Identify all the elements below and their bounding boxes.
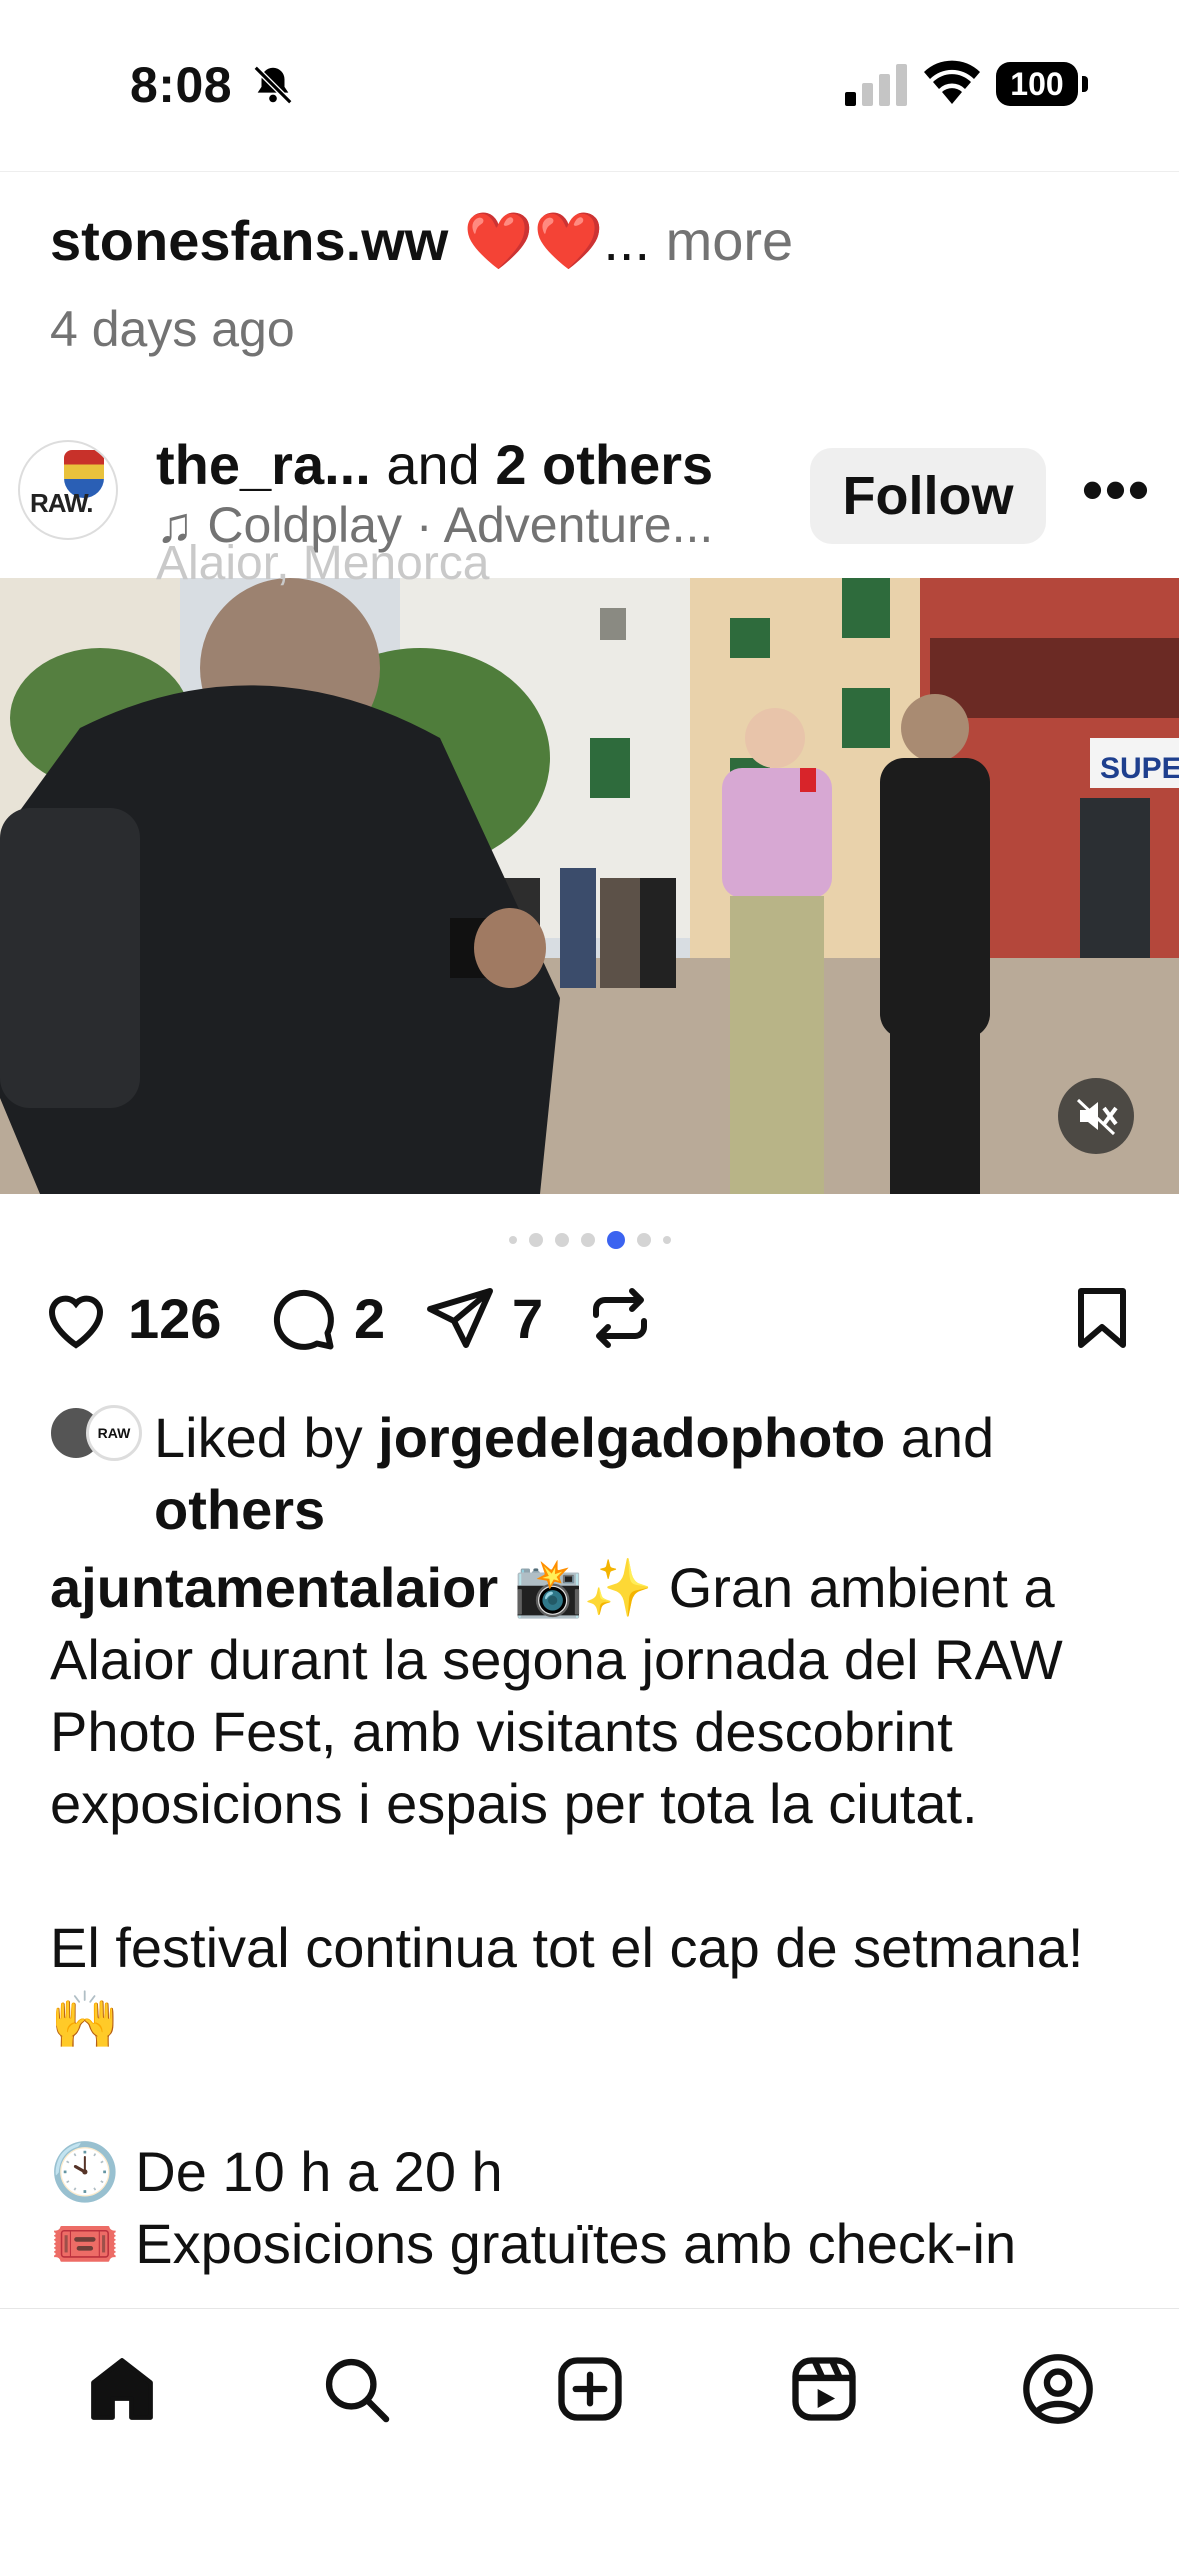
home-icon[interactable] — [84, 2351, 160, 2427]
cellular-signal-icon — [845, 64, 907, 106]
nav-reels[interactable] — [786, 2351, 862, 2427]
carousel-dot — [554, 1233, 569, 1247]
carousel-dot — [528, 1233, 543, 1247]
caption-emoji: 📸✨ — [513, 1556, 654, 1619]
liked-by-line[interactable]: Liked by jorgedelgadophoto and others — [154, 1402, 1154, 1546]
previous-post-emojis: ❤️❤️ — [463, 209, 604, 272]
comment-icon[interactable] — [266, 1282, 338, 1354]
post-location[interactable]: Alaior, Menorca — [156, 536, 490, 591]
liked-by-and: and — [900, 1406, 995, 1469]
post-actions: 126 2 7 — [0, 1282, 1179, 1358]
liked-by-prefix: Liked by — [154, 1406, 363, 1469]
share-action[interactable]: 7 — [424, 1282, 543, 1354]
more-options-icon[interactable]: ••• — [1082, 460, 1151, 520]
street-scene-image: SUPER — [0, 578, 1179, 1194]
bookmark-icon[interactable] — [1066, 1282, 1138, 1354]
liked-by-avatars[interactable]: RAW — [48, 1405, 142, 1461]
create-icon[interactable] — [552, 2351, 628, 2427]
previous-post-ellipsis: ... — [603, 209, 651, 272]
nav-search[interactable] — [318, 2351, 394, 2427]
carousel-dots — [0, 1231, 1179, 1249]
caption-paragraph-2: El festival continua tot el cap de setma… — [50, 1916, 1084, 2051]
like-action[interactable]: 126 — [40, 1282, 221, 1354]
post-author-line[interactable]: the_ra... and 2 others — [156, 432, 713, 497]
avatar: RAW — [86, 1405, 142, 1461]
carousel-dot — [508, 1236, 517, 1244]
nav-profile[interactable] — [1020, 2351, 1096, 2427]
carousel-dot — [636, 1233, 651, 1247]
caption-paragraph-1: ajuntamentalaior 📸✨ Gran ambient a Alaio… — [50, 1552, 1150, 1840]
previous-post-timestamp: 4 days ago — [50, 301, 295, 357]
post-caption: ajuntamentalaior 📸✨ Gran ambient a Alaio… — [50, 1552, 1150, 2280]
post-photo[interactable]: SUPER — [0, 578, 1179, 1194]
comment-action[interactable]: 2 — [266, 1282, 385, 1354]
share-icon[interactable] — [424, 1282, 496, 1354]
battery-indicator: 100 — [996, 62, 1088, 106]
profile-icon[interactable] — [1020, 2351, 1096, 2427]
post-coauthors[interactable]: 2 others — [495, 433, 713, 496]
heart-icon[interactable] — [40, 1282, 112, 1354]
bottom-navigation — [0, 2308, 1179, 2556]
caption-hours: 🕙 De 10 h a 20 h — [50, 2140, 503, 2203]
nav-create[interactable] — [552, 2351, 628, 2427]
previous-post-username[interactable]: stonesfans.ww — [50, 209, 448, 272]
carousel-dot — [580, 1233, 595, 1247]
reels-icon[interactable] — [786, 2351, 862, 2427]
post-author-and: and — [386, 433, 480, 496]
repost-action[interactable] — [584, 1282, 656, 1354]
caption-entry: 🎟️ Exposicions gratuïtes amb check-in — [50, 2212, 1017, 2275]
status-time: 8:08 — [130, 57, 233, 113]
raw-logo: RAW. — [30, 488, 93, 518]
carousel-dot-active — [606, 1231, 625, 1249]
nav-home[interactable] — [84, 2351, 160, 2427]
caption-username[interactable]: ajuntamentalaior — [50, 1556, 498, 1619]
more-link[interactable]: more — [666, 209, 794, 272]
svg-text:SUPER: SUPER — [1100, 752, 1179, 785]
liked-by-others[interactable]: others — [154, 1478, 325, 1541]
silent-bell-icon — [253, 65, 293, 105]
save-action[interactable] — [1066, 1282, 1138, 1354]
comment-count[interactable]: 2 — [354, 1286, 385, 1351]
share-count[interactable]: 7 — [512, 1286, 543, 1351]
status-bar: 8:08 100 — [0, 0, 1179, 172]
previous-post-caption[interactable]: stonesfans.ww ❤️❤️... more — [50, 208, 793, 274]
speaker-muted-icon — [1076, 1098, 1118, 1136]
repost-icon[interactable] — [584, 1282, 656, 1354]
liked-by-user[interactable]: jorgedelgadophoto — [378, 1406, 885, 1469]
like-count[interactable]: 126 — [128, 1286, 221, 1351]
wifi-icon — [924, 60, 980, 104]
post-author-avatar[interactable]: RAW. — [18, 440, 118, 540]
post-author-username[interactable]: the_ra... — [156, 433, 371, 496]
mute-toggle-button[interactable] — [1058, 1078, 1134, 1154]
follow-button[interactable]: Follow — [810, 448, 1046, 544]
search-icon[interactable] — [318, 2351, 394, 2427]
carousel-dot — [662, 1236, 671, 1244]
